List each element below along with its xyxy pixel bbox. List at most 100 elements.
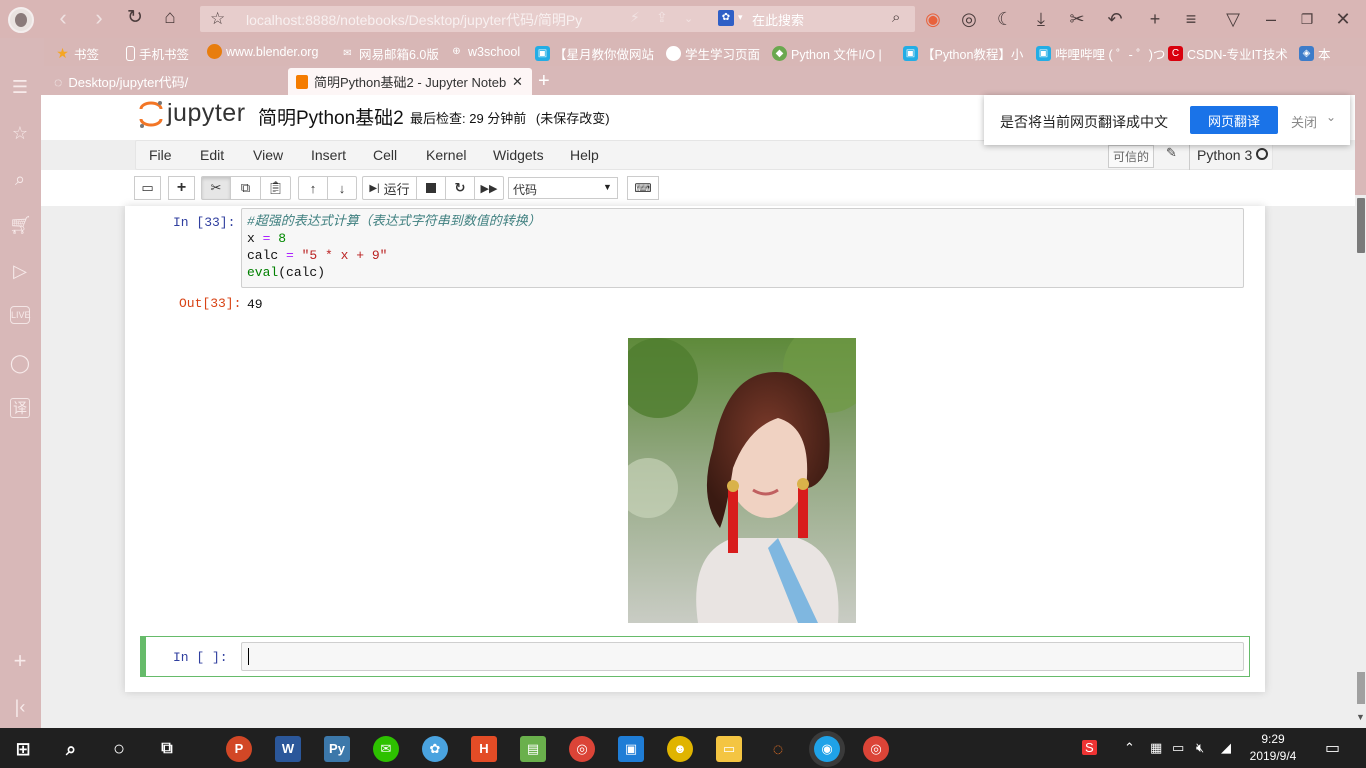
bookmark-item[interactable]: ✉ 网易邮箱6.0版	[340, 44, 439, 63]
engine-dropdown-icon[interactable]: ▾	[738, 12, 743, 23]
bookmark-item[interactable]: ⊕ w3school	[449, 44, 520, 59]
taskbar-search-icon[interactable]: ⌕	[58, 736, 84, 762]
user-avatar[interactable]	[8, 7, 34, 33]
collapse-sidebar-icon[interactable]: |‹	[9, 696, 31, 718]
scissors-icon[interactable]: ✂	[1066, 8, 1088, 30]
tab-desktop[interactable]: ◌ Desktop/jupyter代码/	[46, 68, 286, 95]
minimize-icon[interactable]: –	[1260, 8, 1282, 30]
run-button[interactable]: ▶| 运行	[362, 176, 417, 200]
restore-icon[interactable]: ❐	[1296, 8, 1318, 30]
add-tab-icon[interactable]: +	[538, 70, 550, 93]
download-icon[interactable]: ⤓	[1030, 8, 1052, 30]
shopping-cart-icon[interactable]: 🛒︎	[9, 214, 32, 236]
translate-page-button[interactable]: 网页翻译	[1190, 106, 1278, 134]
video-icon[interactable]: ▷	[9, 260, 31, 282]
reload-icon[interactable]: ↻	[124, 8, 146, 30]
notebook-name[interactable]: 简明Python基础2	[258, 103, 404, 130]
menu-kernel[interactable]: Kernel	[426, 147, 466, 163]
translate-icon[interactable]: 译	[10, 398, 30, 418]
tab-notebook[interactable]: 简明Python基础2 - Jupyter Notebook ✕	[288, 68, 532, 95]
powerpoint-icon[interactable]: P	[226, 736, 252, 762]
browser-taskbar-icon[interactable]: ◉	[814, 736, 840, 762]
hbuilder-icon[interactable]: H	[471, 736, 497, 762]
jupyter-taskbar-icon[interactable]: ◌	[765, 736, 791, 762]
tray-chevron-up-icon[interactable]: ⌃	[1124, 740, 1135, 756]
cut-button[interactable]: ✂	[201, 176, 231, 200]
word-icon[interactable]: W	[275, 736, 301, 762]
move-up-button[interactable]: ↑	[298, 176, 328, 200]
command-palette-button[interactable]: ⌨	[627, 176, 659, 200]
bookmark-item[interactable]: 手机书签	[126, 44, 189, 63]
music-icon[interactable]: ◎	[958, 8, 980, 30]
game-icon[interactable]: ◉	[922, 8, 944, 30]
back-icon[interactable]: ‹	[52, 7, 74, 30]
forward-icon[interactable]: ›	[88, 7, 110, 30]
pinwheel-icon[interactable]: ✿	[422, 736, 448, 762]
undo-icon[interactable]: ↶	[1104, 8, 1126, 30]
bookmark-item[interactable]: ◈ 本	[1299, 44, 1331, 63]
close-window-icon[interactable]: ✕	[1332, 8, 1354, 30]
trusted-badge[interactable]: 可信的	[1108, 145, 1155, 168]
bookmark-item[interactable]: C CSDN-专业IT技术	[1168, 44, 1288, 63]
bookmark-item[interactable]: ★ 书签	[55, 44, 99, 63]
scroll-down-icon[interactable]: ▼	[1356, 712, 1365, 722]
url-dropdown-icon[interactable]: ⌄	[684, 12, 693, 25]
jupyter-brand[interactable]: jupyter	[167, 99, 246, 128]
insert-cell-button[interactable]: +	[168, 176, 195, 200]
menu-file[interactable]: File	[149, 147, 172, 163]
new-tab-icon[interactable]: +	[1144, 8, 1166, 30]
menu-insert[interactable]: Insert	[311, 147, 346, 163]
battery-icon[interactable]: ▭	[1172, 740, 1184, 756]
taskbar-clock[interactable]: 9:29 2019/9/4	[1244, 731, 1302, 765]
menu-edit[interactable]: Edit	[200, 147, 224, 163]
wifi-icon[interactable]: ◢	[1221, 740, 1231, 756]
chevron-down-icon[interactable]: ⌄	[1326, 110, 1336, 124]
bee-icon[interactable]: ☻	[667, 736, 693, 762]
scrollbar-marker[interactable]	[1357, 198, 1365, 253]
news-icon[interactable]: ☰	[9, 76, 31, 98]
menu-view[interactable]: View	[253, 147, 283, 163]
search-icon[interactable]: ⌕	[892, 9, 900, 26]
task-view-icon[interactable]: ⧉	[154, 736, 180, 762]
translate-close-button[interactable]: 关闭	[1291, 112, 1317, 131]
python-icon[interactable]: Py	[324, 736, 350, 762]
chrome-icon[interactable]: ◎	[569, 736, 595, 762]
night-mode-icon[interactable]: ☾	[994, 8, 1016, 30]
notification-icon[interactable]: ▭	[1325, 738, 1340, 758]
sogou-icon[interactable]: S	[1082, 740, 1097, 755]
live-icon[interactable]: LIVE	[10, 306, 31, 324]
screen-icon[interactable]: ▣	[618, 736, 644, 762]
menu-help[interactable]: Help	[570, 147, 599, 163]
jupyter-logo-icon[interactable]	[138, 99, 164, 129]
interrupt-button[interactable]	[416, 176, 446, 200]
volume-muted-icon[interactable]: 🔇︎	[1196, 740, 1204, 756]
wechat-icon[interactable]: ✉	[373, 736, 399, 762]
chrome-alt-icon[interactable]: ◎	[863, 736, 889, 762]
chart-app-icon[interactable]: ▤	[520, 736, 546, 762]
baidu-icon[interactable]: ✿	[718, 10, 734, 26]
home-icon[interactable]: ⌂	[159, 8, 181, 30]
favorites-star-icon[interactable]: ☆	[9, 122, 31, 144]
network-tray-icon[interactable]: ▦	[1150, 740, 1162, 756]
chat-icon[interactable]: ◯	[9, 352, 31, 374]
bookmark-item[interactable]: ▣ 【Python教程】小	[903, 44, 1023, 63]
move-down-button[interactable]: ↓	[327, 176, 357, 200]
lightning-icon[interactable]: ⚡	[630, 9, 640, 26]
bookmark-item[interactable]: 学生学习页面	[666, 44, 760, 63]
sidebar-search-icon[interactable]: ⌕	[9, 168, 31, 190]
page-scrollbar[interactable]	[1355, 195, 1366, 728]
url-text[interactable]: localhost:8888/notebooks/Desktop/jupyter…	[246, 10, 614, 30]
save-button[interactable]: ▭	[134, 176, 161, 200]
bookmark-item[interactable]: ◆ Python 文件I/O |	[772, 44, 882, 63]
restart-button[interactable]: ↻	[445, 176, 475, 200]
scrollbar-thumb[interactable]	[1357, 672, 1365, 704]
windows-start-icon[interactable]: ⊞	[10, 736, 36, 762]
skin-icon[interactable]: ▽	[1222, 8, 1244, 30]
close-tab-icon[interactable]: ✕	[512, 74, 523, 90]
code-cell-editor[interactable]	[241, 642, 1244, 671]
file-explorer-icon[interactable]: ▭	[716, 736, 742, 762]
bookmark-item[interactable]: ▣ 【星月教你做网站	[535, 44, 654, 63]
menu-widgets[interactable]: Widgets	[493, 147, 544, 163]
paste-button[interactable]: 📋︎	[260, 176, 291, 200]
share-icon[interactable]: ⇪	[656, 9, 668, 26]
